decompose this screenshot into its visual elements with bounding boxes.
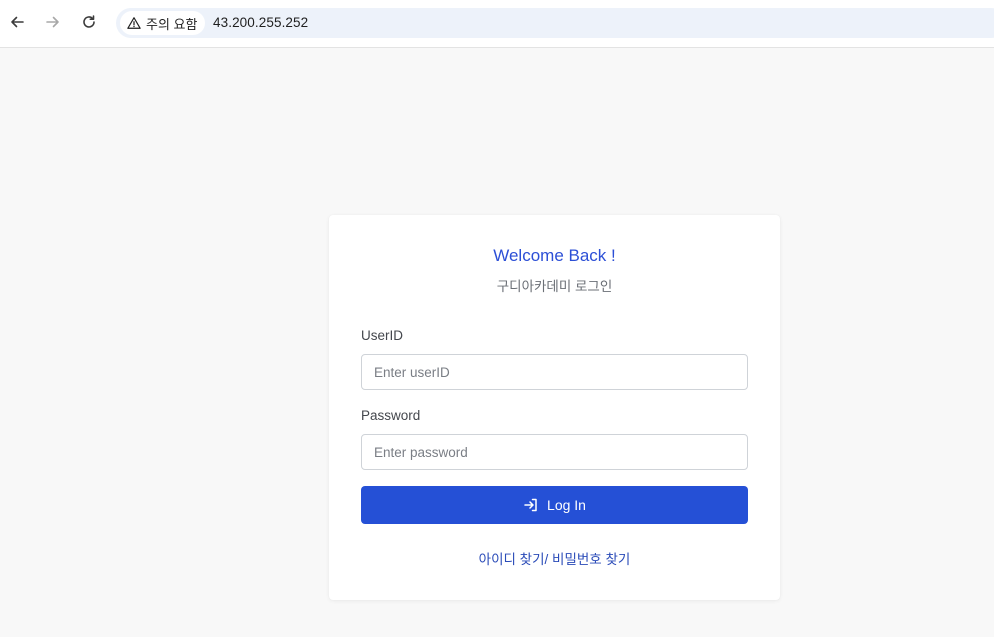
account-recovery-links: 아이디 찾기/ 비밀번호 찾기 bbox=[329, 548, 780, 568]
page-subtitle: 구디아카데미 로그인 bbox=[496, 279, 613, 294]
password-label: Password bbox=[361, 408, 421, 423]
link-separator: / bbox=[544, 552, 553, 567]
forward-button[interactable] bbox=[41, 10, 65, 34]
login-button-label: Log In bbox=[547, 497, 586, 513]
security-label: 주의 요함 bbox=[146, 16, 198, 32]
reload-icon bbox=[83, 15, 95, 28]
address-bar[interactable]: 주의 요함 43.200.255.252 bbox=[116, 8, 994, 38]
page-title: Welcome Back ! bbox=[493, 246, 616, 265]
login-icon bbox=[524, 498, 537, 512]
login-button[interactable]: Log In bbox=[361, 486, 748, 524]
userid-input[interactable] bbox=[361, 354, 748, 390]
url-text[interactable]: 43.200.255.252 bbox=[213, 15, 308, 30]
back-button[interactable] bbox=[5, 10, 29, 34]
userid-label: UserID bbox=[361, 328, 404, 343]
reload-button[interactable] bbox=[77, 10, 101, 34]
security-chip[interactable]: 주의 요함 bbox=[120, 11, 206, 35]
find-id-link[interactable]: 아이디 찾기 bbox=[479, 552, 545, 567]
find-password-link[interactable]: 비밀번호 찾기 bbox=[552, 552, 630, 567]
password-input[interactable] bbox=[361, 434, 748, 470]
login-card: Welcome Back ! 구디아카데미 로그인 UserID Passwor… bbox=[329, 215, 780, 600]
arrow-right-icon bbox=[46, 16, 59, 28]
warning-icon bbox=[127, 17, 141, 29]
arrow-left-icon bbox=[11, 16, 24, 28]
browser-toolbar: 주의 요함 43.200.255.252 bbox=[0, 0, 994, 48]
